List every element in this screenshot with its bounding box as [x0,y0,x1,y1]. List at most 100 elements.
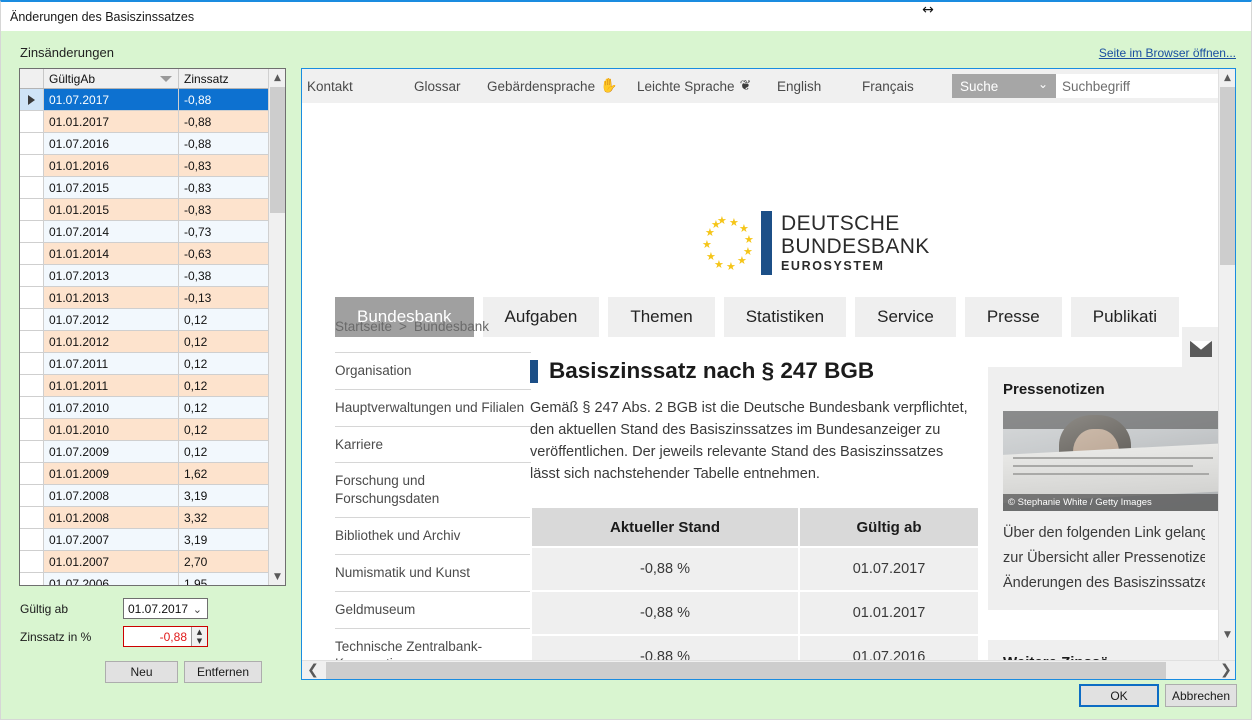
search-input[interactable]: Suchbegriff [1056,74,1220,98]
grid-header-gueltigab[interactable]: GültigAb [44,69,179,88]
cell-zinssatz[interactable]: -0,88 [179,133,270,154]
cell-gueltigab[interactable]: 01.07.2015 [44,177,179,198]
cell-gueltigab[interactable]: 01.07.2016 [44,133,179,154]
zinssatz-value[interactable]: -0,88 [124,630,191,644]
table-row[interactable]: 01.07.2009 0,12 [20,441,270,463]
grid-scroll-up-icon[interactable]: ▲ [269,69,285,86]
cell-gueltigab[interactable]: 01.07.2007 [44,529,179,550]
table-row[interactable]: 01.07.2016 -0,88 [20,133,270,155]
sidebar-item-technische[interactable]: Technische Zentralbank-Kooperation [335,627,531,662]
cell-gueltigab[interactable]: 01.01.2015 [44,199,179,220]
gueltig-ab-combobox[interactable]: 01.07.2017 ⌄ [123,598,208,619]
cell-zinssatz[interactable]: 2,70 [179,551,270,572]
cell-gueltigab[interactable]: 01.01.2017 [44,111,179,132]
row-selector[interactable] [20,133,44,154]
cell-zinssatz[interactable]: 1,62 [179,463,270,484]
row-selector[interactable] [20,573,44,585]
row-selector[interactable] [20,265,44,286]
row-selector[interactable] [20,419,44,440]
breadcrumb-item[interactable]: Startseite [335,319,392,334]
cell-zinssatz[interactable]: 0,12 [179,419,270,440]
hscroll-left-icon[interactable]: ❮ [302,661,324,680]
row-selector[interactable] [20,331,44,352]
cell-zinssatz[interactable]: 0,12 [179,441,270,462]
sidebar-item-forschung[interactable]: Forschung und Forschungsdaten [335,462,531,517]
stepper-down-icon[interactable]: ▼ [192,637,207,647]
tab-aufgaben[interactable]: Aufgaben [482,297,600,337]
sidebar-item-organisation[interactable]: Organisation [335,352,531,389]
table-row[interactable]: 01.07.2011 0,12 [20,353,270,375]
table-row[interactable]: 01.01.2015 -0,83 [20,199,270,221]
table-row[interactable]: 01.07.2006 1,95 [20,573,270,585]
metanav-item-geb-rdensprache[interactable]: Gebärdensprache ✋ [487,78,618,94]
web-scroll-down-icon[interactable]: ▼ [1219,626,1235,643]
cell-gueltigab[interactable]: 01.07.2012 [44,309,179,330]
cell-zinssatz[interactable]: 0,12 [179,353,270,374]
sidebar-item-hauptverwaltungen[interactable]: Hauptverwaltungen und Filialen [335,388,531,426]
grid-vertical-scrollbar[interactable]: ▲ ▼ [268,69,285,585]
cell-gueltigab[interactable]: 01.07.2014 [44,221,179,242]
table-row[interactable]: 01.07.2015 -0,83 [20,177,270,199]
cell-gueltigab[interactable]: 01.07.2010 [44,397,179,418]
remove-button[interactable]: Entfernen [184,661,262,683]
table-row[interactable]: 01.01.2012 0,12 [20,331,270,353]
table-row[interactable]: 01.01.2010 0,12 [20,419,270,441]
row-selector[interactable] [20,89,44,110]
new-button[interactable]: Neu [105,661,178,683]
open-in-browser-link[interactable]: Seite im Browser öffnen... [1099,46,1236,60]
cell-gueltigab[interactable]: 01.01.2007 [44,551,179,572]
row-selector[interactable] [20,199,44,220]
table-row[interactable]: 01.01.2007 2,70 [20,551,270,573]
tab-themen[interactable]: Themen [608,297,715,337]
ok-button[interactable]: OK [1079,684,1159,707]
table-row[interactable]: 01.07.2014 -0,73 [20,221,270,243]
zinssatz-stepper[interactable]: -0,88 ▲ ▼ [123,626,208,647]
row-selector[interactable] [20,221,44,242]
row-selector[interactable] [20,397,44,418]
table-row[interactable]: 01.01.2016 -0,83 [20,155,270,177]
cell-zinssatz[interactable]: 3,32 [179,507,270,528]
cell-zinssatz[interactable]: -0,83 [179,177,270,198]
cell-zinssatz[interactable]: 0,12 [179,397,270,418]
hscroll-thumb[interactable] [326,661,1166,679]
row-selector[interactable] [20,309,44,330]
grid-scroll-thumb[interactable] [270,87,285,213]
metanav-item-glossar[interactable]: Glossar [414,79,461,94]
sidebar-item-bibliothek[interactable]: Bibliothek und Archiv [335,517,531,554]
table-row[interactable]: 01.01.2017 -0,88 [20,111,270,133]
table-row[interactable]: 01.07.2012 0,12 [20,309,270,331]
row-selector[interactable] [20,485,44,506]
cell-gueltigab[interactable]: 01.01.2016 [44,155,179,176]
cell-gueltigab[interactable]: 01.01.2010 [44,419,179,440]
row-selector[interactable] [20,287,44,308]
cell-zinssatz[interactable]: -0,88 [179,89,270,110]
cell-gueltigab[interactable]: 01.07.2017 [44,89,179,110]
breadcrumb-item[interactable]: Bundesbank [414,319,489,334]
sidebar-item-geldmuseum[interactable]: Geldmuseum [335,590,531,628]
web-horizontal-scrollbar[interactable]: ❮ ❯ [302,660,1235,680]
cell-gueltigab[interactable]: 01.01.2013 [44,287,179,308]
cell-gueltigab[interactable]: 01.01.2012 [44,331,179,352]
row-selector[interactable] [20,551,44,572]
table-row[interactable]: 01.01.2011 0,12 [20,375,270,397]
row-selector[interactable] [20,155,44,176]
cell-zinssatz[interactable]: -0,38 [179,265,270,286]
table-row[interactable]: 01.07.2013 -0,38 [20,265,270,287]
sidebar-item-karriere[interactable]: Karriere [335,425,531,463]
rate-changes-grid[interactable]: GültigAb Zinssatz 01.07.2017 -0,88 01.01.2… [19,68,286,586]
table-row[interactable]: 01.01.2009 1,62 [20,463,270,485]
metanav-item-leichte-sprache[interactable]: Leichte Sprache ❦ [637,78,751,94]
table-row[interactable]: 01.01.2008 3,32 [20,507,270,529]
row-selector[interactable] [20,375,44,396]
stepper-up-icon[interactable]: ▲ [192,627,207,637]
mail-icon[interactable] [1182,327,1220,371]
cell-gueltigab[interactable]: 01.01.2011 [44,375,179,396]
row-selector[interactable] [20,243,44,264]
web-scroll-up-icon[interactable]: ▲ [1219,69,1235,86]
tab-service[interactable]: Service [855,297,956,337]
hscroll-right-icon[interactable]: ❯ [1215,661,1235,680]
cell-zinssatz[interactable]: 3,19 [179,529,270,550]
metanav-item-kontakt[interactable]: Kontakt [307,79,353,94]
row-selector[interactable] [20,507,44,528]
row-selector[interactable] [20,177,44,198]
